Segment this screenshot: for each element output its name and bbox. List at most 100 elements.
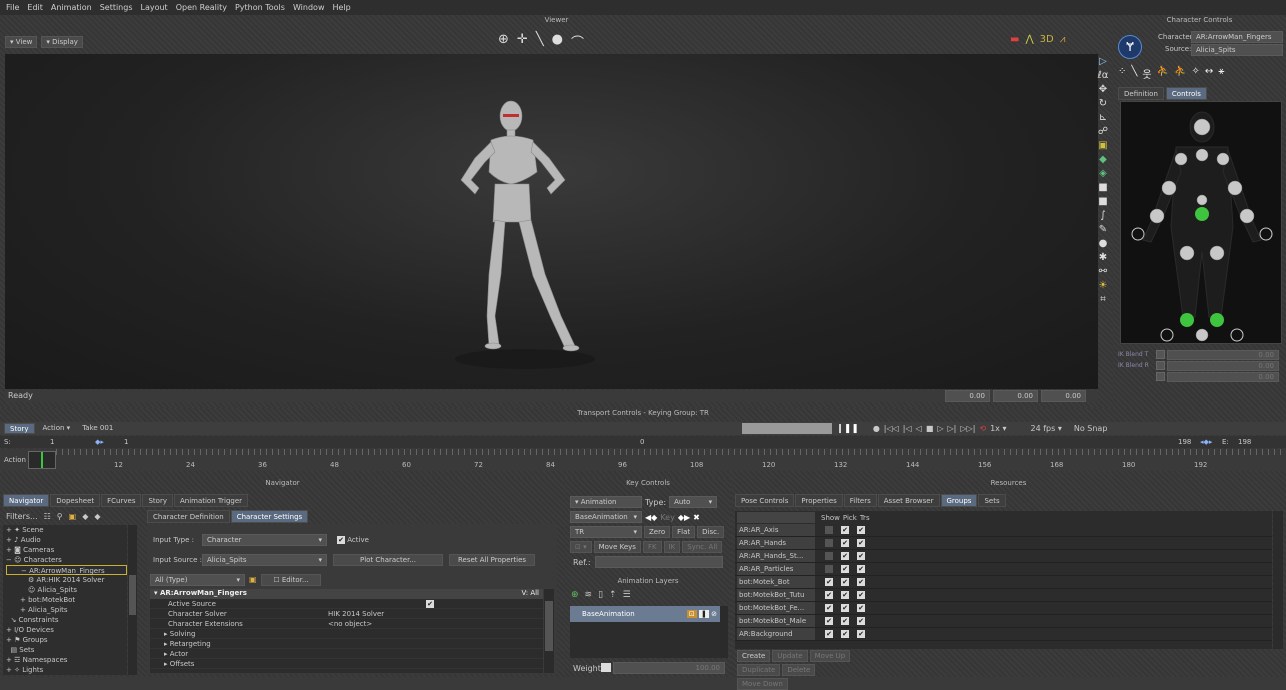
- move-up-button[interactable]: Move Up: [809, 650, 851, 662]
- speed-dropdown[interactable]: 1x ▾: [990, 424, 1006, 433]
- group-pick-checkbox[interactable]: ✔: [841, 578, 849, 586]
- group-show-checkbox[interactable]: ✔: [825, 630, 833, 638]
- property-row[interactable]: ▸ Actor: [150, 649, 543, 659]
- duplicate-button[interactable]: Duplicate: [737, 664, 781, 676]
- ik-blend-r-field[interactable]: 0.00: [1167, 360, 1279, 371]
- display-menu-button[interactable]: ▾ Display: [41, 36, 83, 48]
- update-button[interactable]: Update: [772, 650, 808, 662]
- property-row[interactable]: ▸ Offsets: [150, 659, 543, 669]
- group-row[interactable]: bot:Motek_Bot ✔ ✔ ✔: [735, 576, 1272, 589]
- sphere-icon[interactable]: ●: [1099, 238, 1108, 249]
- group-show-checkbox[interactable]: ✔: [825, 591, 833, 599]
- coord-x[interactable]: 0.00: [945, 390, 990, 402]
- flat-button[interactable]: Flat: [672, 526, 696, 538]
- coord-y[interactable]: 0.00: [993, 390, 1038, 402]
- character-control-rig[interactable]: [1120, 101, 1282, 344]
- group-show-checkbox[interactable]: ✔: [825, 578, 833, 586]
- tab-filters[interactable]: Filters: [843, 494, 877, 507]
- loop-icon[interactable]: ⟲: [979, 424, 986, 433]
- star-icon[interactable]: ✱: [1099, 252, 1107, 263]
- tab-story[interactable]: Story: [142, 494, 173, 507]
- tree-item-alicia-2[interactable]: + Alicia_Spits: [6, 605, 127, 615]
- ik-blend-r-key[interactable]: [1156, 361, 1165, 370]
- group-row[interactable]: AR:AR_Axis ✔ ✔: [735, 524, 1272, 537]
- ik-blend-x-key[interactable]: [1156, 372, 1165, 381]
- key-type-dropdown[interactable]: Auto ▾: [669, 496, 718, 508]
- snap-dropdown[interactable]: No Snap: [1074, 424, 1108, 433]
- body-part-icon[interactable]: ⛹: [1174, 66, 1186, 81]
- translate-icon[interactable]: ✛: [517, 32, 528, 51]
- view-menu-button[interactable]: ▾ View: [5, 36, 38, 48]
- groups-scrollbar[interactable]: [1273, 511, 1283, 649]
- record-icon[interactable]: ●: [873, 424, 880, 433]
- active-source-checkbox[interactable]: ✔: [426, 600, 434, 608]
- orbit-icon[interactable]: ⊕: [498, 32, 509, 51]
- layer-scrollbar[interactable]: [720, 606, 728, 658]
- action-dropdown[interactable]: Action ▾: [39, 423, 75, 435]
- group-pick-checkbox[interactable]: ✔: [841, 552, 849, 560]
- group-pick-checkbox[interactable]: ✔: [841, 539, 849, 547]
- character-logo-icon[interactable]: Ɏ: [1118, 35, 1142, 59]
- group-trs-checkbox[interactable]: ✔: [857, 526, 865, 534]
- group-row[interactable]: AR:AR_Hands ✔ ✔: [735, 537, 1272, 550]
- tab-navigator[interactable]: Navigator: [3, 494, 50, 507]
- tab-groups[interactable]: Groups: [940, 494, 978, 507]
- current-frame-field[interactable]: 1: [124, 438, 128, 446]
- select-icon[interactable]: ▷: [1099, 56, 1107, 67]
- chain-icon[interactable]: ⚯: [1099, 266, 1107, 277]
- tab-definition[interactable]: Definition: [1118, 87, 1164, 100]
- menu-layout[interactable]: Layout: [141, 3, 168, 12]
- tree-item-characters[interactable]: − ☺ Characters: [6, 555, 127, 565]
- goto-start-icon[interactable]: |◁◁: [884, 424, 899, 433]
- folder-icon[interactable]: ▣: [69, 512, 77, 521]
- group-pick-checkbox[interactable]: ✔: [841, 617, 849, 625]
- menu-edit[interactable]: Edit: [27, 3, 43, 12]
- group-show-checkbox[interactable]: [825, 539, 833, 547]
- layer-dropdown[interactable]: BaseAnimation ▾: [570, 511, 642, 523]
- layer-up-icon[interactable]: ⇡: [609, 590, 617, 600]
- delete-key-icon[interactable]: ✖: [693, 513, 700, 522]
- ik-blend-t-key[interactable]: [1156, 350, 1165, 359]
- next-key-button[interactable]: ◆▶: [678, 513, 690, 522]
- story-toggle[interactable]: Story: [4, 423, 35, 434]
- filter-icon[interactable]: ⚲: [57, 512, 63, 521]
- start-field[interactable]: 1: [50, 438, 54, 446]
- end-frame-field[interactable]: 198: [1178, 438, 1191, 446]
- play-icon[interactable]: ❙❚❚: [836, 424, 859, 434]
- create-button[interactable]: Create: [737, 650, 771, 662]
- menu-file[interactable]: File: [6, 3, 19, 12]
- group-trs-checkbox[interactable]: ✔: [857, 604, 865, 612]
- property-scrollbar[interactable]: [544, 589, 554, 673]
- group-row[interactable]: bot:MotekBot_Fe... ✔ ✔ ✔: [735, 602, 1272, 615]
- arc-icon[interactable]: ⌒: [571, 32, 584, 51]
- back-icon[interactable]: ◆: [82, 512, 88, 521]
- group-trs-checkbox[interactable]: ✔: [857, 565, 865, 573]
- input-source-select[interactable]: Alicia_Spits ▾: [202, 554, 327, 566]
- tree-item-arrowman[interactable]: − AR:ArrowMan_Fingers: [6, 565, 127, 575]
- timeline-zoom-bar[interactable]: [742, 423, 833, 434]
- ref-field[interactable]: [595, 556, 723, 568]
- property-row[interactable]: Character Extensions <no object>: [150, 619, 543, 629]
- weight-field[interactable]: 100.00: [613, 662, 725, 674]
- stance-icon[interactable]: ✧: [1192, 66, 1200, 81]
- cube-icon[interactable]: ■: [1098, 182, 1107, 193]
- menu-help[interactable]: Help: [332, 3, 350, 12]
- group-trs-checkbox[interactable]: ✔: [857, 591, 865, 599]
- layer-row-base[interactable]: BaseAnimation ⊡ ❚ ⊘: [570, 606, 720, 622]
- ruler-icon[interactable]: ▬: [1010, 34, 1019, 45]
- keyframe2-icon[interactable]: ◈: [1099, 168, 1107, 179]
- tree-item-namespaces[interactable]: + ☲ Namespaces: [6, 655, 127, 665]
- timeline-playhead[interactable]: [28, 451, 56, 469]
- tab-sets[interactable]: Sets: [978, 494, 1006, 507]
- tree-item-lights[interactable]: + ✧ Lights: [6, 665, 127, 675]
- reset-properties-button[interactable]: Reset All Properties: [449, 554, 535, 566]
- keyframe-icon[interactable]: ◆: [1099, 154, 1107, 165]
- next-key-icon[interactable]: ▷|: [948, 424, 957, 433]
- view-3d-icon[interactable]: 3D: [1040, 34, 1054, 45]
- tab-fcurves[interactable]: FCurves: [101, 494, 142, 507]
- tab-animation-trigger[interactable]: Animation Trigger: [173, 494, 249, 507]
- tab-dopesheet[interactable]: Dopesheet: [50, 494, 101, 507]
- property-row[interactable]: Character Solver HIK 2014 Solver: [150, 609, 543, 619]
- delete-button[interactable]: Delete: [782, 664, 816, 676]
- filters-button[interactable]: Filters...: [6, 512, 38, 521]
